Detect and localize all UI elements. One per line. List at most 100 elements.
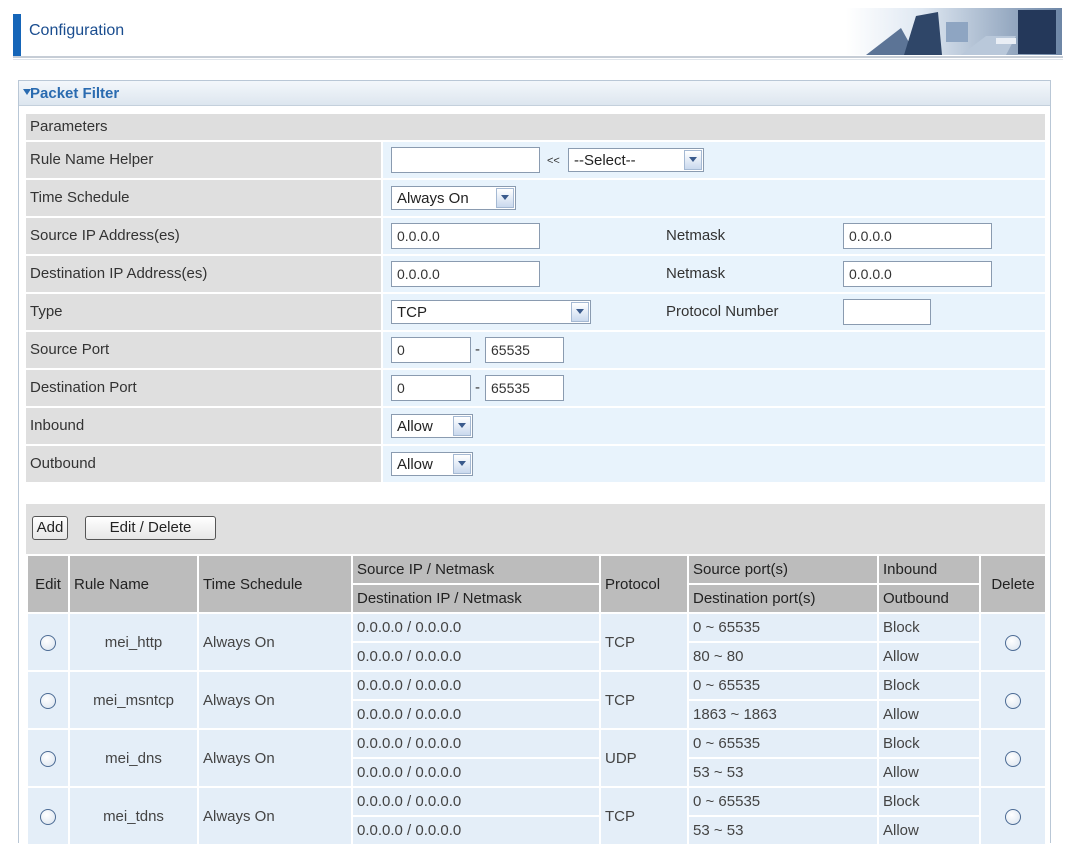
outbound-column-header: Outbound (877, 583, 981, 614)
table-row: mei_dns Always On 0.0.0.0 / 0.0.0.0 UDP 0 ~ … (26, 728, 1047, 788)
inbound-cell: Block (877, 670, 981, 701)
source-port-from-input[interactable]: 0 (391, 337, 471, 363)
destination-ip-input[interactable]: 0.0.0.0 (391, 261, 540, 287)
panel-title: Packet Filter (30, 85, 120, 102)
packet-filter-panel: Packet Filter Parameters Rule Name Helpe… (18, 80, 1051, 846)
source-port-label: Source Port (30, 341, 110, 358)
edit-radio[interactable] (40, 750, 56, 767)
inbound-cell: Block (877, 728, 981, 759)
type-select[interactable]: TCP (391, 300, 591, 324)
edit-radio-cell[interactable] (26, 670, 70, 730)
add-button[interactable]: Add (32, 516, 68, 540)
edit-column-header: Edit (26, 554, 70, 614)
chevron-down-icon (684, 150, 702, 170)
source-ports-column-header: Source port(s) (687, 554, 879, 585)
time-schedule-label: Time Schedule (30, 189, 130, 206)
delete-radio[interactable] (1005, 634, 1021, 651)
edit-radio-cell[interactable] (26, 728, 70, 788)
source-netmask-label: Netmask (666, 227, 726, 244)
chevron-down-icon (496, 188, 514, 208)
time-schedule-cell: Always On (197, 786, 353, 846)
source-port-cell: 0 ~ 65535 (687, 786, 879, 817)
type-label: Type (30, 303, 63, 320)
source-ip-input[interactable]: 0.0.0.0 (391, 223, 540, 249)
delete-radio-cell[interactable] (979, 670, 1047, 730)
rules-table: Edit Rule Name Time Schedule Source IP /… (26, 554, 1047, 846)
source-ip-cell: 0.0.0.0 / 0.0.0.0 (351, 786, 601, 817)
source-port-cell: 0 ~ 65535 (687, 728, 879, 759)
destination-port-row: Destination Port 0 - 65535 (26, 370, 1045, 406)
delete-radio-cell[interactable] (979, 728, 1047, 788)
chevron-down-icon (453, 416, 471, 436)
destination-ip-cell: 0.0.0.0 / 0.0.0.0 (351, 699, 601, 730)
rule-name-input[interactable] (391, 147, 540, 173)
delete-radio-cell[interactable] (979, 786, 1047, 846)
delete-column-header: Delete (979, 554, 1047, 614)
delete-radio[interactable] (1005, 692, 1021, 709)
inbound-row: Inbound Allow (26, 408, 1045, 444)
destination-netmask-input[interactable]: 0.0.0.0 (843, 261, 992, 287)
header-accent-bar (13, 14, 21, 56)
destination-ip-label: Destination IP Address(es) (30, 265, 208, 282)
rule-name-cell: mei_msntcp (68, 670, 199, 730)
source-netmask-input[interactable]: 0.0.0.0 (843, 223, 992, 249)
source-ip-row: Source IP Address(es) 0.0.0.0 Netmask 0.… (26, 218, 1045, 254)
source-ip-column-header: Source IP / Netmask (351, 554, 601, 585)
edit-radio[interactable] (40, 634, 56, 651)
edit-radio-cell[interactable] (26, 786, 70, 846)
delete-radio[interactable] (1005, 750, 1021, 767)
chevron-down-icon (571, 302, 589, 322)
parameters-header: Parameters (26, 114, 1045, 140)
destination-port-from-input[interactable]: 0 (391, 375, 471, 401)
destination-ports-column-header: Destination port(s) (687, 583, 879, 614)
source-ip-cell: 0.0.0.0 / 0.0.0.0 (351, 670, 601, 701)
rule-name-cell: mei_tdns (68, 786, 199, 846)
office-banner-image (846, 8, 1062, 55)
rule-name-label: Rule Name Helper (30, 151, 154, 168)
inbound-column-header: Inbound (877, 554, 981, 585)
protocol-column-header: Protocol (599, 554, 689, 614)
destination-netmask-label: Netmask (666, 265, 726, 282)
panel-title-bar[interactable]: Packet Filter (19, 81, 1050, 106)
destination-ip-cell: 0.0.0.0 / 0.0.0.0 (351, 641, 601, 672)
rule-name-row: Rule Name Helper << --Select-- (26, 142, 1045, 178)
inbound-select[interactable]: Allow (391, 414, 473, 438)
edit-radio-cell[interactable] (26, 612, 70, 672)
outbound-select[interactable]: Allow (391, 452, 473, 476)
parameters-title: Parameters (30, 118, 108, 135)
rule-name-column-header: Rule Name (68, 554, 199, 614)
destination-port-cell: 80 ~ 80 (687, 641, 879, 672)
destination-ip-cell: 0.0.0.0 / 0.0.0.0 (351, 757, 601, 788)
time-schedule-column-header: Time Schedule (197, 554, 353, 614)
header-divider (13, 56, 1063, 58)
destination-port-to-input[interactable]: 65535 (485, 375, 564, 401)
destination-ip-cell: 0.0.0.0 / 0.0.0.0 (351, 815, 601, 846)
delete-radio[interactable] (1005, 808, 1021, 825)
time-schedule-select[interactable]: Always On (391, 186, 516, 210)
inbound-cell: Block (877, 612, 981, 643)
rule-name-helper-select[interactable]: --Select-- (568, 148, 704, 172)
type-row: Type TCP Protocol Number (26, 294, 1045, 330)
edit-delete-button[interactable]: Edit / Delete (85, 516, 216, 540)
protocol-cell: TCP (599, 612, 689, 672)
delete-radio-cell[interactable] (979, 612, 1047, 672)
outbound-cell: Allow (877, 699, 981, 730)
destination-port-cell: 53 ~ 53 (687, 815, 879, 846)
time-schedule-row: Time Schedule Always On (26, 180, 1045, 216)
table-row: mei_msntcp Always On 0.0.0.0 / 0.0.0.0 TCP 0… (26, 670, 1047, 730)
rule-name-cell: mei_http (68, 612, 199, 672)
protocol-number-input[interactable] (843, 299, 931, 325)
edit-radio[interactable] (40, 808, 56, 825)
outbound-label: Outbound (30, 455, 96, 472)
destination-ip-row: Destination IP Address(es) 0.0.0.0 Netma… (26, 256, 1045, 292)
protocol-number-label: Protocol Number (666, 303, 779, 320)
time-schedule-cell: Always On (197, 612, 353, 672)
outbound-cell: Allow (877, 757, 981, 788)
edit-radio[interactable] (40, 692, 56, 709)
destination-port-cell: 53 ~ 53 (687, 757, 879, 788)
inbound-label: Inbound (30, 417, 85, 434)
table-header-row: Edit Rule Name Time Schedule Source IP /… (26, 554, 1047, 614)
inbound-cell: Block (877, 786, 981, 817)
outbound-cell: Allow (877, 641, 981, 672)
source-port-to-input[interactable]: 65535 (485, 337, 564, 363)
